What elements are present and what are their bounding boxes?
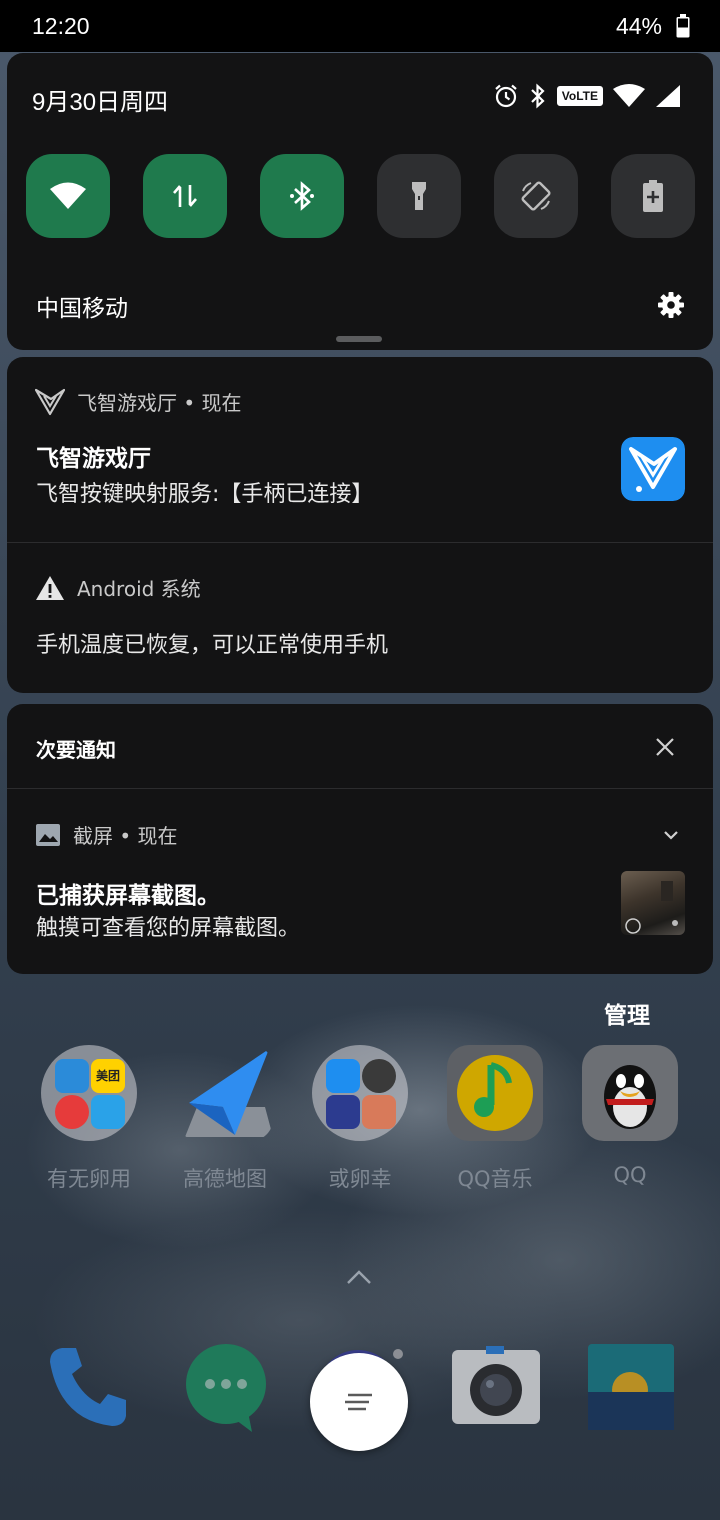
feizhi-app-icon — [35, 388, 65, 415]
manage-button[interactable]: 管理 — [604, 996, 650, 1030]
home-app-folder-1[interactable]: 美团 有无卵用 — [29, 1045, 149, 1195]
android-app-row-text: Android 系统 — [77, 577, 201, 601]
chevron-up-icon[interactable] — [345, 1268, 373, 1286]
home-app-label: QQ音乐 — [457, 1167, 533, 1191]
quick-tiles — [26, 154, 696, 238]
game-mini-icon — [362, 1059, 396, 1093]
feizhi-notification-text[interactable]: 飞智按键映射服务:【手柄已连接】 — [36, 476, 373, 508]
android-notification-header: Android 系统 — [35, 573, 201, 602]
home-app-amap[interactable]: 高德地图 — [165, 1045, 285, 1195]
android-notification-text[interactable]: 手机温度已恢复，可以正常使用手机 — [36, 627, 388, 659]
battery-icon — [676, 14, 690, 38]
status-time: 12:20 — [32, 13, 90, 39]
notification-group: 飞智游戏厅 • 现在 飞智游戏厅 飞智按键映射服务:【手柄已连接】 Androi… — [7, 357, 713, 693]
alipay-mini-icon — [91, 1095, 125, 1129]
drag-handle[interactable] — [336, 336, 382, 342]
qq-mini-icon — [55, 1059, 89, 1093]
battery-percentage: 44% — [615, 13, 662, 39]
wifi-status-icon — [613, 84, 645, 107]
netease-music-mini-icon — [55, 1095, 89, 1129]
minor-divider — [7, 788, 713, 789]
meituan-mini-icon: 美团 — [91, 1059, 125, 1093]
image-icon — [36, 823, 60, 846]
screenshot-thumbnail[interactable] — [621, 871, 685, 935]
screenshot-notification-title[interactable]: 已捕获屏幕截图。 — [36, 876, 220, 910]
home-app-qqmusic[interactable]: QQ音乐 — [435, 1045, 555, 1195]
genshin-mini-icon — [326, 1095, 360, 1129]
auto-rotate-icon — [521, 181, 551, 211]
tile-bluetooth[interactable] — [260, 154, 344, 238]
home-app-qq[interactable]: QQ — [570, 1045, 690, 1195]
feizhi-notification-title[interactable]: 飞智游戏厅 — [36, 439, 151, 473]
alarm-icon — [495, 84, 517, 108]
menu-lines-icon — [345, 1393, 372, 1411]
tile-wifi[interactable] — [26, 154, 110, 238]
home-app-folder-2[interactable]: 或卵幸 — [300, 1045, 420, 1195]
feizhi-app-row-text: 飞智游戏厅 • 现在 — [77, 391, 242, 415]
wifi-icon — [50, 182, 86, 209]
minor-notifications-header: 次要通知 — [36, 738, 116, 762]
folder-icon: 美团 — [41, 1045, 137, 1141]
notification-divider — [7, 542, 713, 543]
camera-icon[interactable] — [450, 1340, 542, 1432]
screenshot-thumbnail-art — [625, 881, 678, 934]
home-app-label: 或卵幸 — [328, 1167, 392, 1191]
screenshot-notification-header: 截屏 • 现在 — [35, 820, 178, 849]
feizhi-mini-icon — [326, 1059, 360, 1093]
close-icon[interactable] — [655, 737, 675, 757]
home-app-label: 有无卵用 — [47, 1167, 131, 1191]
qqmusic-icon — [447, 1045, 543, 1141]
volte-icon: VoLTE — [556, 86, 603, 106]
quick-settings-panel: 9月30日周四 VoLTE 中国移动 — [7, 53, 713, 350]
messages-icon[interactable] — [180, 1340, 272, 1432]
settings-gear-icon[interactable] — [657, 291, 685, 319]
screenshot-notification-text[interactable]: 触摸可查看您的屏幕截图。 — [36, 910, 300, 942]
date-label: 9月30日周四 — [32, 89, 169, 116]
warning-icon — [36, 575, 64, 600]
amap-icon — [185, 1049, 273, 1137]
tile-battery-saver[interactable] — [611, 154, 695, 238]
screenshot-app-row-text: 截屏 • 现在 — [73, 824, 178, 848]
mobile-data-icon — [173, 185, 197, 207]
notification-manage-fab[interactable] — [310, 1353, 408, 1451]
carrier-label: 中国移动 — [36, 296, 128, 322]
status-bar: 12:20 44% — [0, 0, 720, 52]
battery-saver-icon — [643, 180, 663, 212]
cellular-signal-icon — [656, 85, 680, 107]
chevron-down-icon[interactable] — [663, 827, 679, 843]
home-app-label: 高德地图 — [183, 1167, 267, 1191]
status-icons: VoLTE — [493, 81, 681, 111]
anime-game-mini-icon — [362, 1095, 396, 1129]
tile-flashlight[interactable] — [377, 154, 461, 238]
minor-notifications: 次要通知 截屏 • 现在 已捕获屏幕截图。 触摸可查看您的屏幕截图。 — [7, 704, 713, 974]
feizhi-large-icon — [621, 437, 685, 501]
home-app-row: 美团 有无卵用 高德地图 或卵幸 QQ音乐 QQ — [0, 1045, 720, 1195]
tile-mobile-data[interactable] — [143, 154, 227, 238]
folder-icon — [312, 1045, 408, 1141]
bluetooth-status-icon — [531, 83, 545, 109]
qq-icon — [582, 1045, 678, 1141]
phone-icon[interactable] — [42, 1340, 134, 1432]
flashlight-icon — [412, 182, 426, 210]
home-app-label: QQ — [613, 1163, 647, 1187]
feizhi-notification-header: 飞智游戏厅 • 现在 — [35, 387, 242, 416]
tile-auto-rotate[interactable] — [494, 154, 578, 238]
bluetooth-icon — [290, 181, 314, 211]
gallery-icon[interactable] — [586, 1340, 678, 1432]
